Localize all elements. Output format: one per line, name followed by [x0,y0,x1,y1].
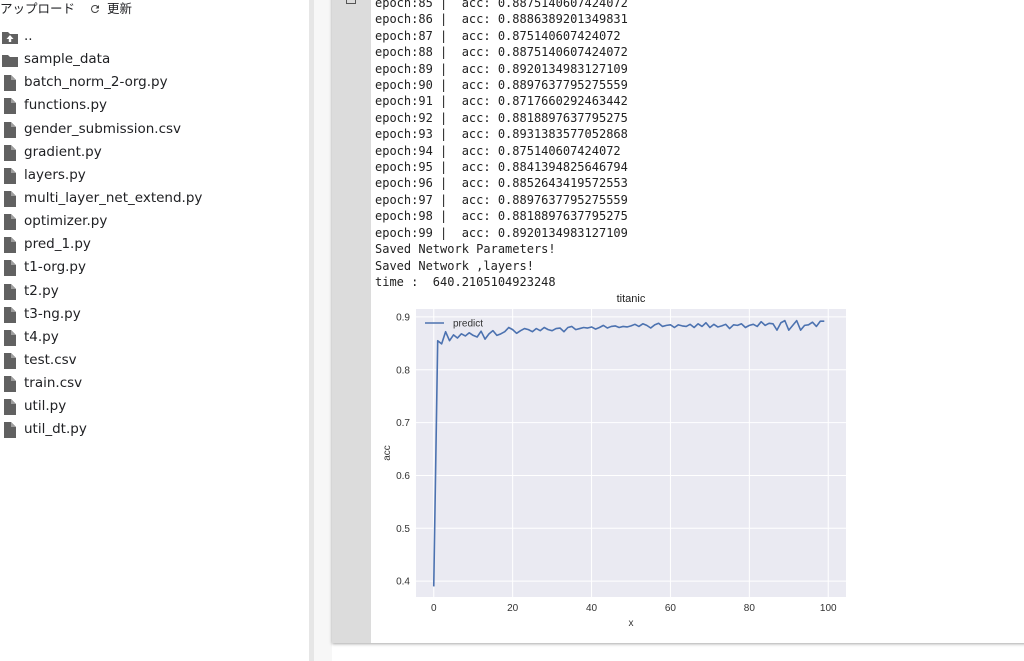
x-tick-label: 60 [665,603,677,614]
refresh-button[interactable]: 更新 [89,1,132,17]
file-name: util_dt.py [24,421,87,438]
x-axis-label: x [629,618,634,629]
upload-label: アップロード [0,1,76,16]
file-name: t4.py [24,328,59,345]
file-icon [4,422,16,439]
file-icon [4,214,16,231]
file-name: .. [24,28,33,44]
file-name: test.csv [24,351,77,368]
file-icon [4,376,16,393]
file-item[interactable]: batch_norm_2-org.py [0,71,309,94]
file-icon [4,352,16,369]
file-icon [4,283,16,300]
x-tick-label: 40 [586,603,598,614]
folder-up-icon [2,32,18,44]
file-name: batch_norm_2-org.py [24,74,168,91]
file-item[interactable]: multi_layer_net_extend.py [0,187,309,210]
file-icon [4,167,16,184]
output-text: epoch:85 | acc: 0.8875140607424072 epoch… [375,0,628,289]
file-name: train.csv [24,375,83,392]
file-icon [4,144,16,161]
file-toolbar: アップロード 更新 [0,0,309,18]
output-gutter [332,0,371,643]
file-item[interactable]: util.py [0,395,309,418]
refresh-label: 更新 [107,1,133,16]
output-toggle-icon[interactable] [346,0,356,4]
x-tick-label: 20 [507,603,519,614]
file-icon [4,190,16,207]
file-name: gradient.py [24,143,102,160]
file-browser-panel: アップロード 更新 .. sample_data batch_norm_2-org.… [0,0,309,661]
file-icon [4,399,16,416]
file-item[interactable]: util_dt.py [0,418,309,441]
file-item[interactable]: t1-org.py [0,256,309,279]
file-item[interactable]: gender_submission.csv [0,118,309,141]
file-name: t1-org.py [24,259,86,276]
refresh-icon [91,4,100,13]
accuracy-chart: 0 20 40 60 80 100 0.4 0.5 0.6 0.7 0.8 0.9 titanic x ac… [382,293,846,629]
file-name: gender_submission.csv [24,120,182,137]
plot-area [416,309,846,597]
folder-icon [2,55,18,68]
file-item[interactable]: t2.py [0,280,309,303]
file-icon [4,98,16,115]
file-name: optimizer.py [24,213,108,230]
file-name: t3-ng.py [24,305,81,322]
x-tick-label: 80 [744,603,756,614]
file-name: multi_layer_net_extend.py [24,189,203,206]
file-list: .. sample_data batch_norm_2-org.py function… [0,25,309,442]
y-tick-label: 0.9 [396,312,410,323]
file-icon [4,121,16,138]
file-item[interactable]: sample_data [0,48,309,71]
file-name: pred_1.py [24,236,91,253]
file-item[interactable]: .. [0,25,309,48]
y-tick-label: 0.8 [396,365,410,376]
file-icon [4,237,16,254]
file-item[interactable]: t3-ng.py [0,303,309,326]
y-tick-label: 0.5 [396,524,410,535]
file-item[interactable]: test.csv [0,349,309,372]
file-icon [4,306,16,323]
legend-label: predict [453,319,483,330]
file-item[interactable]: functions.py [0,94,309,117]
file-icon [4,75,16,92]
file-name: sample_data [24,51,111,68]
y-axis-label: acc [382,445,393,461]
notebook-margin [314,0,332,661]
chart-title: titanic [617,293,646,305]
file-item[interactable]: optimizer.py [0,210,309,233]
file-name: functions.py [24,97,108,114]
upload-button[interactable]: アップロード [0,1,75,17]
file-name: layers.py [24,166,86,183]
file-item[interactable]: layers.py [0,164,309,187]
x-tick-label: 0 [431,603,437,614]
y-tick-label: 0.6 [396,471,410,482]
file-name: t2.py [24,282,59,299]
file-item[interactable]: pred_1.py [0,233,309,256]
file-item[interactable]: train.csv [0,372,309,395]
y-tick-label: 0.7 [396,418,410,429]
y-tick-label: 0.4 [396,577,410,588]
file-icon [4,260,16,277]
x-tick-label: 100 [820,603,837,614]
file-item[interactable]: gradient.py [0,141,309,164]
file-name: util.py [24,398,67,415]
file-icon [4,329,16,346]
file-item[interactable]: t4.py [0,326,309,349]
